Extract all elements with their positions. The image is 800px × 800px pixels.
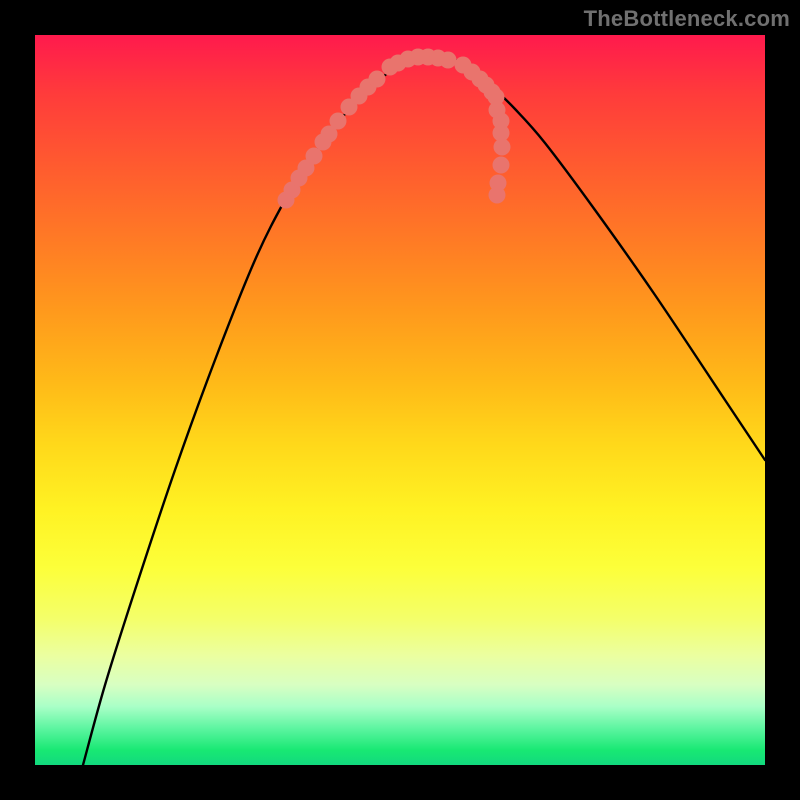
- data-marker: [369, 71, 386, 88]
- data-marker: [493, 157, 510, 174]
- marker-group: [278, 49, 511, 209]
- chart-frame: TheBottleneck.com: [0, 0, 800, 800]
- data-marker: [494, 139, 511, 156]
- chart-svg: [35, 35, 765, 765]
- data-marker: [330, 113, 347, 130]
- data-marker: [440, 52, 457, 69]
- data-marker: [489, 187, 506, 204]
- plot-area: [35, 35, 765, 765]
- data-marker: [306, 148, 323, 165]
- watermark-text: TheBottleneck.com: [584, 6, 790, 32]
- bottleneck-curve: [83, 57, 765, 765]
